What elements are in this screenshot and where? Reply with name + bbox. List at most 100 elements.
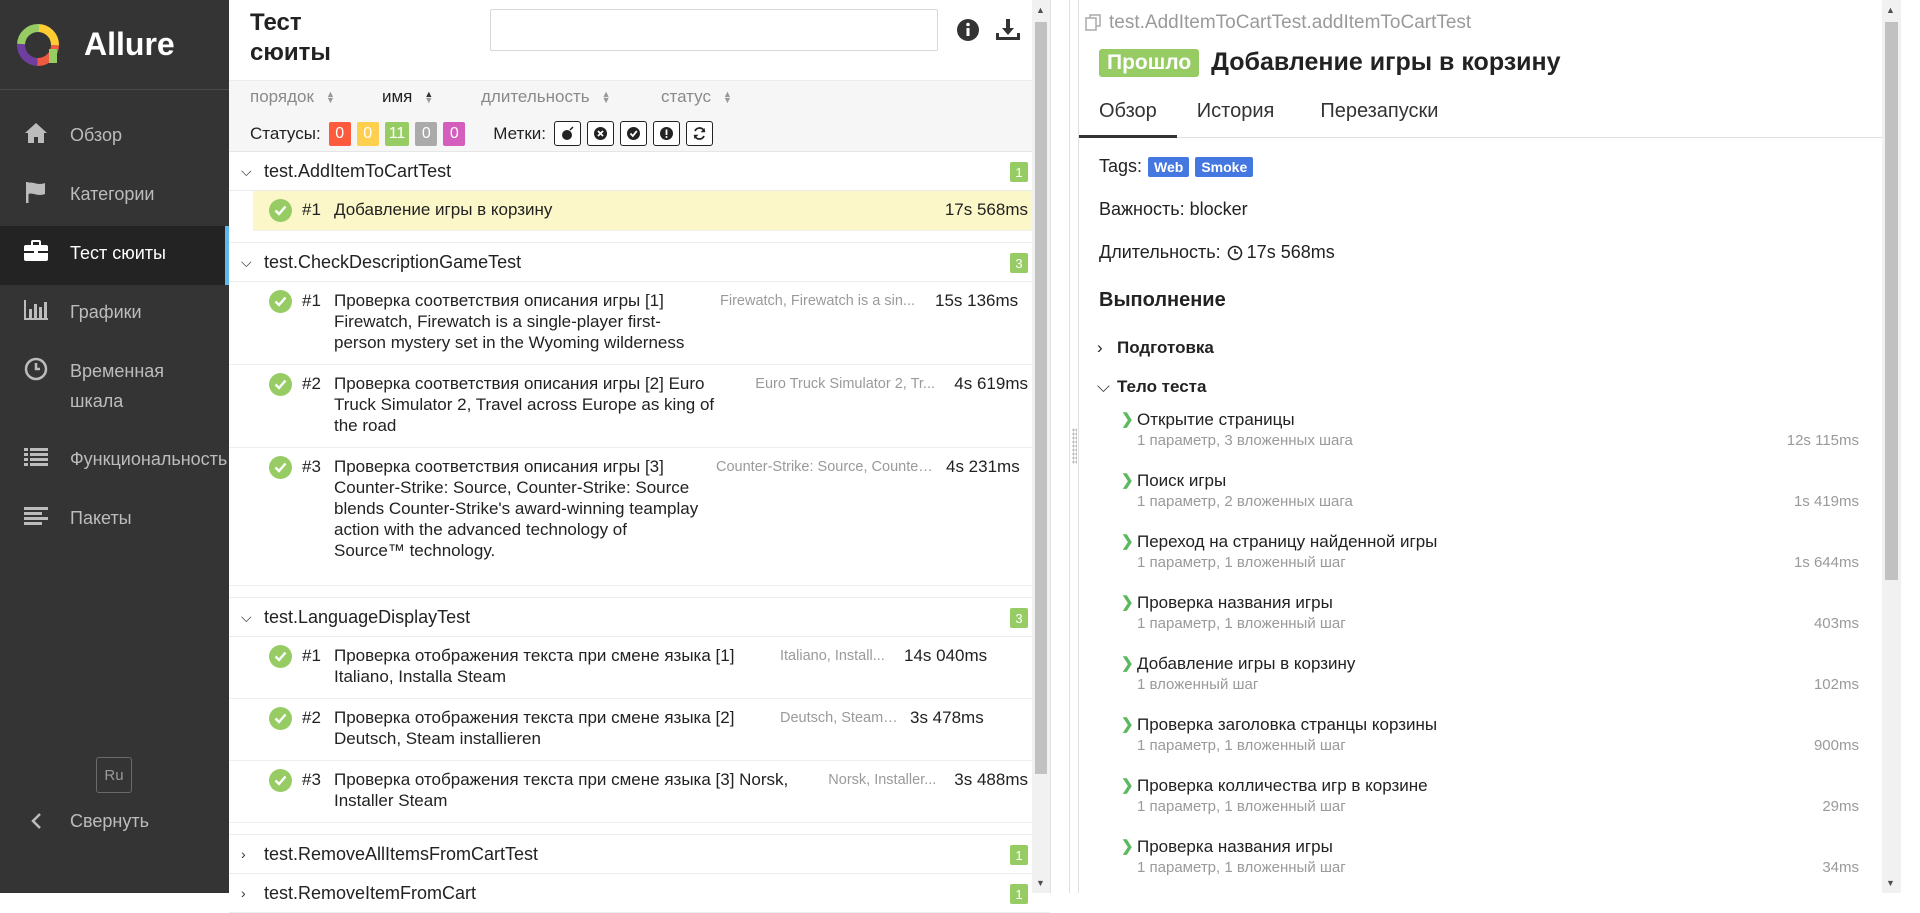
detail-scrollbar[interactable]: ▲ ▼	[1882, 0, 1901, 893]
scroll-down-icon[interactable]: ▼	[1886, 878, 1895, 888]
test-row[interactable]: #1 Проверка соответствия описания игры […	[229, 282, 1050, 365]
scroll-up-icon[interactable]: ▲	[1036, 5, 1045, 15]
sidebar-item-suites[interactable]: Тест сюиты	[0, 226, 229, 285]
collapse-button[interactable]: Свернуть	[22, 808, 149, 834]
test-number: #1	[302, 291, 321, 310]
new-broken-mark-icon[interactable]	[652, 121, 680, 146]
flag-icon	[22, 179, 50, 205]
tree-scrollbar[interactable]: ▲ ▼	[1032, 0, 1050, 893]
step-item[interactable]: ❯ Проверка заголовка странцы корзины 1 п…	[1099, 711, 1901, 772]
sidebar-item-timeline[interactable]: Временная шкала	[0, 344, 229, 432]
test-row[interactable]: #3 Проверка соответствия описания игры […	[229, 448, 1050, 586]
suite-group-header[interactable]: › test.RemoveItemFromCart 1	[229, 874, 1050, 913]
passed-status-icon	[269, 373, 292, 396]
new-failed-mark-icon[interactable]	[586, 121, 614, 146]
divider	[229, 231, 1050, 243]
test-full-name: test.AddItemToCartTest.addItemToCartTest	[1085, 12, 1471, 34]
suite-group-header[interactable]: ⌵ test.LanguageDisplayTest 3	[229, 598, 1050, 637]
setup-section[interactable]: › Подготовка	[1097, 328, 1901, 367]
sort-order[interactable]: порядок ▲ ▼	[250, 87, 335, 107]
suite-name: test.AddItemToCartTest	[264, 160, 452, 181]
sidebar-item-graphs[interactable]: Графики	[0, 285, 229, 344]
tree-header: Тест сюиты	[229, 0, 1050, 80]
step-subtitle: 1 параметр, 2 вложенных шага	[1137, 493, 1353, 510]
status-failed-badge[interactable]: 0	[328, 121, 351, 146]
info-icon[interactable]	[953, 15, 983, 45]
copy-icon[interactable]	[1085, 14, 1103, 32]
pane-splitter[interactable]	[1069, 0, 1079, 893]
sidebar-item-behaviors[interactable]: Функциональность	[0, 432, 229, 491]
step-name: Открытие страницы	[1137, 410, 1295, 429]
test-params: Euro Truck Simulator 2, Tr...	[755, 376, 935, 392]
sidebar-item-label: Пакеты	[70, 508, 132, 528]
sort-name[interactable]: имя ▲ ▼	[382, 87, 433, 107]
divider	[229, 823, 1050, 835]
step-name: Проверка заголовка странцы корзины	[1137, 715, 1438, 734]
test-title-text: Добавление игры в корзину	[1211, 48, 1561, 76]
execution-title: Выполнение	[1099, 289, 1226, 311]
download-icon[interactable]	[993, 15, 1023, 45]
sort-duration[interactable]: длительность ▲ ▼	[481, 87, 611, 107]
step-item[interactable]: ❯ Открытие страницы 1 параметр, 3 вложен…	[1099, 406, 1901, 467]
tags-row: Tags: Web Smoke	[1099, 156, 1901, 177]
search-input[interactable]	[490, 9, 938, 51]
test-number: #3	[302, 457, 321, 476]
test-row[interactable]: #3 Проверка отображения текста при смене…	[229, 761, 1050, 823]
sidebar-item-label: Временная шкала	[70, 361, 165, 411]
step-item[interactable]: ❯ Переход на страницу найденной игры 1 п…	[1099, 528, 1901, 589]
test-title: Прошло Добавление игры в корзину	[1099, 48, 1561, 77]
status-skipped-badge[interactable]: 0	[415, 121, 438, 146]
step-item[interactable]: ❯ Добавление игры в корзину 1 вложенный …	[1099, 650, 1901, 711]
sort-status[interactable]: статус ▲ ▼	[661, 87, 732, 107]
tab-retries[interactable]: Перезапуски	[1294, 92, 1458, 138]
sidebar-item-label: Обзор	[70, 125, 122, 145]
test-row[interactable]: #2 Проверка отображения текста при смене…	[229, 699, 1050, 761]
test-body-section[interactable]: ⌵ Тело теста	[1097, 367, 1901, 406]
drag-handle-icon[interactable]	[1072, 428, 1077, 464]
chevron-right-icon: ❯	[1121, 716, 1134, 733]
new-passed-mark-icon[interactable]	[619, 121, 647, 146]
suite-name: test.LanguageDisplayTest	[264, 606, 471, 627]
test-row[interactable]: #2 Проверка соответствия описания игры […	[229, 365, 1050, 448]
collapse-label: Свернуть	[70, 810, 149, 831]
step-item[interactable]: ❯ Проверка колличества игр в корзине 1 п…	[1099, 772, 1901, 833]
scroll-down-icon[interactable]: ▼	[1036, 878, 1045, 888]
brand[interactable]: Allure	[0, 0, 229, 90]
scroll-up-icon[interactable]: ▲	[1886, 5, 1895, 15]
suite-group-header[interactable]: › test.RemoveAllItemsFromCartTest 1	[229, 835, 1050, 874]
divider	[229, 586, 1050, 598]
sort-arrows-icon: ▲ ▼	[325, 89, 335, 105]
suite-count-badge: 3	[1010, 608, 1028, 628]
retries-mark-icon[interactable]	[685, 121, 713, 146]
tab-overview[interactable]: Обзор	[1079, 92, 1177, 138]
sidebar-item-packages[interactable]: Пакеты	[0, 491, 229, 550]
step-item[interactable]: ❯ Проверка названия игры 1 параметр, 1 в…	[1099, 589, 1901, 650]
chevron-right-icon: ›	[1097, 337, 1103, 357]
status-passed-badge[interactable]: 11	[384, 121, 410, 146]
chevron-down-icon: ⌵	[241, 253, 252, 270]
flaky-mark-icon[interactable]	[553, 121, 581, 146]
suite-name: test.RemoveAllItemsFromCartTest	[264, 843, 539, 864]
detail-tabs: Обзор История Перезапуски	[1079, 92, 1901, 138]
sidebar-item-categories[interactable]: Категории	[0, 167, 229, 226]
test-number: #1	[302, 646, 321, 665]
suites-tree-pane: Тест сюиты порядок ▲ ▼ имя ▲ ▼ длительность ▲…	[229, 0, 1051, 913]
sidebar-item-overview[interactable]: Обзор	[0, 108, 229, 167]
step-item[interactable]: ❯ Поиск игры 1 параметр, 2 вложенных шаг…	[1099, 467, 1901, 528]
test-duration: 15s 136ms	[935, 291, 1019, 310]
suite-group-header[interactable]: ⌵ test.CheckDescriptionGameTest 3	[229, 243, 1050, 282]
test-duration: 3s 488ms	[954, 770, 1028, 789]
test-row[interactable]: #1 Проверка отображения текста при смене…	[229, 637, 1050, 699]
test-row[interactable]: #1 Добавление игры в корзину 17s 568ms	[253, 191, 1050, 231]
sort-arrows-icon: ▲ ▼	[601, 89, 611, 105]
status-broken-badge[interactable]: 0	[356, 121, 379, 146]
suite-group-header[interactable]: ⌵ test.AddItemToCartTest 1	[229, 152, 1050, 191]
passed-status-icon	[269, 456, 292, 479]
status-unknown-badge[interactable]: 0	[443, 121, 466, 146]
scrollbar-thumb[interactable]	[1885, 22, 1898, 580]
tab-history[interactable]: История	[1177, 92, 1295, 138]
test-number: #2	[302, 374, 321, 393]
scrollbar-thumb[interactable]	[1035, 22, 1047, 774]
language-button[interactable]: Ru	[96, 757, 132, 793]
step-item[interactable]: ❯ Проверка названия игры 1 параметр, 1 в…	[1099, 833, 1901, 894]
